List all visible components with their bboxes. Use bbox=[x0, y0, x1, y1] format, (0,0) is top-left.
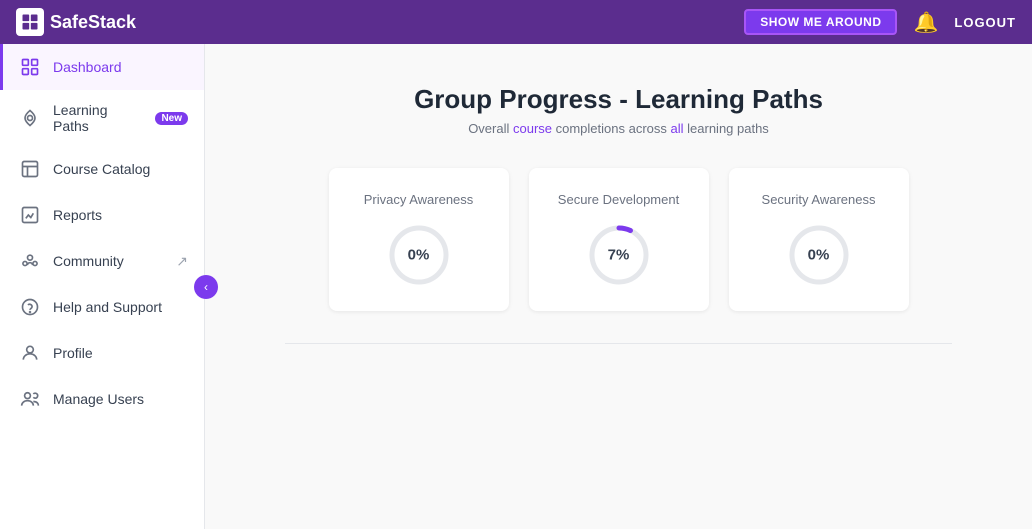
sidebar-item-manage-users[interactable]: Manage Users bbox=[0, 376, 204, 422]
logo-text: SafeStack bbox=[50, 12, 136, 33]
subtitle-highlight-course: course bbox=[513, 121, 552, 136]
privacy-percent: 0% bbox=[408, 247, 430, 264]
card-secure-development: Secure Development 7% bbox=[529, 168, 709, 311]
dashboard-icon bbox=[19, 56, 41, 78]
sidebar-dashboard-label: Dashboard bbox=[53, 59, 122, 75]
sidebar-item-help-support[interactable]: Help and Support bbox=[0, 284, 204, 330]
sidebar-course-catalog-label: Course Catalog bbox=[53, 161, 150, 177]
app-layout: Dashboard Learning Paths New Course Cata… bbox=[0, 44, 1032, 529]
profile-icon bbox=[19, 342, 41, 364]
topnav-right: SHOW ME AROUND 🔔 LOGOUT bbox=[744, 9, 1016, 35]
logo: SafeStack bbox=[16, 8, 136, 36]
help-icon bbox=[19, 296, 41, 318]
main-content: Group Progress - Learning Paths Overall … bbox=[205, 44, 1032, 529]
manage-users-icon bbox=[19, 388, 41, 410]
course-catalog-icon bbox=[19, 158, 41, 180]
sidebar-help-label: Help and Support bbox=[53, 299, 162, 315]
sidebar-item-dashboard[interactable]: Dashboard bbox=[0, 44, 204, 90]
sidebar-community-label: Community bbox=[53, 253, 124, 269]
cards-row: Privacy Awareness 0% Secure Development bbox=[285, 168, 952, 311]
sidebar-item-community[interactable]: Community ↗ bbox=[0, 238, 204, 284]
community-icon bbox=[19, 250, 41, 272]
card-privacy-title: Privacy Awareness bbox=[364, 192, 474, 207]
sidebar-item-profile[interactable]: Profile bbox=[0, 330, 204, 376]
logout-button[interactable]: LOGOUT bbox=[954, 15, 1016, 30]
card-security-awareness: Security Awareness 0% bbox=[729, 168, 909, 311]
sidebar-item-learning-paths[interactable]: Learning Paths New bbox=[0, 90, 204, 146]
top-navigation: SafeStack SHOW ME AROUND 🔔 LOGOUT bbox=[0, 0, 1032, 44]
external-link-icon: ↗ bbox=[176, 253, 188, 270]
new-badge: New bbox=[155, 112, 188, 125]
progress-security: 0% bbox=[787, 223, 851, 287]
logo-icon bbox=[16, 8, 44, 36]
card-secure-title: Secure Development bbox=[558, 192, 679, 207]
sidebar-reports-label: Reports bbox=[53, 207, 102, 223]
card-privacy-awareness: Privacy Awareness 0% bbox=[329, 168, 509, 311]
progress-privacy: 0% bbox=[387, 223, 451, 287]
learning-paths-icon bbox=[19, 107, 41, 129]
security-percent: 0% bbox=[808, 247, 830, 264]
notifications-bell-icon[interactable]: 🔔 bbox=[913, 10, 938, 35]
secure-percent: 7% bbox=[608, 247, 630, 264]
sidebar-collapse-button[interactable]: ‹ bbox=[194, 275, 218, 299]
page-title: Group Progress - Learning Paths bbox=[285, 84, 952, 115]
progress-secure: 7% bbox=[587, 223, 651, 287]
page-subtitle: Overall course completions across all le… bbox=[285, 121, 952, 136]
show-me-around-button[interactable]: SHOW ME AROUND bbox=[744, 9, 897, 35]
sidebar-item-reports[interactable]: Reports bbox=[0, 192, 204, 238]
reports-icon bbox=[19, 204, 41, 226]
section-divider bbox=[285, 343, 952, 344]
sidebar-item-course-catalog[interactable]: Course Catalog bbox=[0, 146, 204, 192]
subtitle-highlight-all: all bbox=[671, 121, 684, 136]
sidebar-profile-label: Profile bbox=[53, 345, 93, 361]
sidebar-manage-users-label: Manage Users bbox=[53, 391, 144, 407]
sidebar: Dashboard Learning Paths New Course Cata… bbox=[0, 44, 205, 529]
main-inner: Group Progress - Learning Paths Overall … bbox=[205, 44, 1032, 384]
card-security-title: Security Awareness bbox=[762, 192, 876, 207]
sidebar-learning-paths-label: Learning Paths bbox=[53, 102, 139, 134]
